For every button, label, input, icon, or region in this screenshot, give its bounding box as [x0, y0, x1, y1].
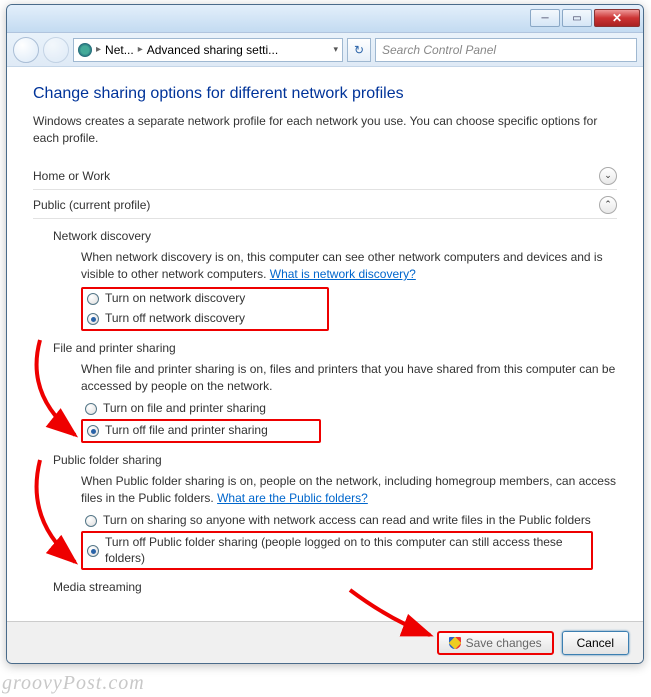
cancel-button[interactable]: Cancel — [562, 631, 629, 655]
refresh-button[interactable]: ↻ — [347, 38, 371, 62]
save-changes-button[interactable]: Save changes — [437, 631, 554, 655]
section-title-network-discovery: Network discovery — [53, 229, 617, 243]
nav-row: ▸ Net... ▸ Advanced sharing setti... ▾ ↻… — [7, 33, 643, 67]
profile-public-label: Public (current profile) — [33, 198, 150, 212]
page-title: Change sharing options for different net… — [33, 85, 617, 103]
section-body-public-folder: When Public folder sharing is on, people… — [81, 473, 617, 508]
footer: Save changes Cancel — [7, 621, 643, 663]
radio-pubfolder-on[interactable]: Turn on sharing so anyone with network a… — [81, 511, 617, 531]
radio-label: Turn off network discovery — [105, 311, 245, 327]
maximize-button[interactable]: ▭ — [562, 9, 592, 27]
profile-public[interactable]: Public (current profile) ⌃ — [33, 190, 617, 219]
page-intro: Windows creates a separate network profi… — [33, 113, 617, 147]
radio-label: Turn off file and printer sharing — [105, 423, 268, 439]
breadcrumb-seg1[interactable]: Net... — [105, 43, 134, 57]
link-what-are-public-folders[interactable]: What are the Public folders? — [217, 491, 368, 505]
profile-home[interactable]: Home or Work ⌄ — [33, 161, 617, 190]
section-body-file-printer: When file and printer sharing is on, fil… — [81, 361, 617, 396]
breadcrumb[interactable]: ▸ Net... ▸ Advanced sharing setti... ▾ — [73, 38, 343, 62]
titlebar: ─ ▭ ✕ — [7, 5, 643, 33]
network-icon — [78, 43, 92, 57]
radio-label: Turn on sharing so anyone with network a… — [103, 513, 591, 529]
profile-home-label: Home or Work — [33, 169, 110, 183]
control-panel-window: ─ ▭ ✕ ▸ Net... ▸ Advanced sharing setti.… — [6, 4, 644, 664]
chevron-up-icon[interactable]: ⌃ — [599, 196, 617, 214]
nav-back-button[interactable] — [13, 37, 39, 63]
search-placeholder: Search Control Panel — [382, 43, 496, 57]
search-input[interactable]: Search Control Panel — [375, 38, 637, 62]
radio-icon — [87, 313, 99, 325]
link-what-is-network-discovery[interactable]: What is network discovery? — [270, 267, 416, 281]
radio-icon — [85, 403, 97, 415]
watermark: groovyPost.com — [2, 672, 145, 695]
section-title-file-printer: File and printer sharing — [53, 341, 617, 355]
radio-fileprint-on[interactable]: Turn on file and printer sharing — [81, 399, 617, 419]
radio-netdisc-off[interactable]: Turn off network discovery — [83, 309, 327, 329]
content-pane: Change sharing options for different net… — [7, 67, 643, 621]
radio-label: Turn on network discovery — [105, 291, 245, 307]
section-title-public-folder: Public folder sharing — [53, 453, 617, 467]
radio-label: Turn off Public folder sharing (people l… — [105, 535, 585, 566]
breadcrumb-seg2[interactable]: Advanced sharing setti... — [147, 43, 278, 57]
close-button[interactable]: ✕ — [594, 9, 640, 27]
chevron-down-icon[interactable]: ⌄ — [599, 167, 617, 185]
radio-group-public-folder: Turn on sharing so anyone with network a… — [81, 511, 617, 570]
chevron-right-icon: ▸ — [96, 44, 101, 55]
shield-icon — [449, 637, 461, 649]
radio-icon — [87, 545, 99, 557]
chevron-right-icon: ▸ — [138, 44, 143, 55]
radio-netdisc-on[interactable]: Turn on network discovery — [83, 289, 327, 309]
cancel-button-label: Cancel — [577, 636, 614, 650]
chevron-down-icon[interactable]: ▾ — [333, 44, 338, 55]
radio-icon — [87, 425, 99, 437]
nav-forward-button[interactable] — [43, 37, 69, 63]
radio-group-file-printer: Turn on file and printer sharing Turn of… — [81, 399, 617, 442]
radio-icon — [85, 515, 97, 527]
save-button-label: Save changes — [466, 636, 542, 650]
radio-pubfolder-off[interactable]: Turn off Public folder sharing (people l… — [81, 531, 593, 570]
radio-fileprint-off[interactable]: Turn off file and printer sharing — [81, 419, 321, 443]
radio-icon — [87, 293, 99, 305]
radio-group-network-discovery: Turn on network discovery Turn off netwo… — [81, 287, 329, 330]
section-body-network-discovery: When network discovery is on, this compu… — [81, 249, 617, 284]
section-title-media-streaming: Media streaming — [53, 580, 617, 594]
minimize-button[interactable]: ─ — [530, 9, 560, 27]
radio-label: Turn on file and printer sharing — [103, 401, 266, 417]
